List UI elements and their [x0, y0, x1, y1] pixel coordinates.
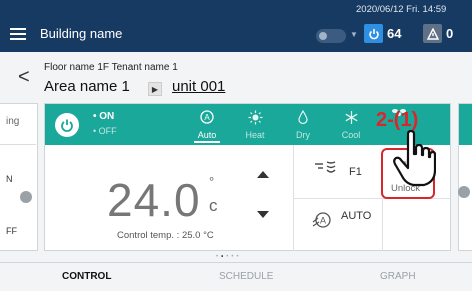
previous-card-on-text: N	[6, 174, 13, 184]
off-option[interactable]: • OFF	[93, 126, 117, 136]
building-name[interactable]: Building name	[40, 26, 122, 41]
previous-unit-card[interactable]: ing N FF	[0, 103, 38, 251]
hamburger-menu-icon[interactable]	[10, 28, 26, 40]
temp-up-button[interactable]	[257, 171, 269, 178]
temp-down-button[interactable]	[257, 211, 269, 218]
previous-card-mode-text: ing	[0, 104, 36, 145]
tab-graph[interactable]: GRAPH	[380, 271, 416, 282]
on-option[interactable]: • ON	[93, 111, 114, 122]
mode-cool[interactable]: Cool	[331, 107, 371, 140]
svg-text:A: A	[204, 113, 210, 122]
control-temperature: Control temp. : 25.0 °C	[117, 230, 214, 241]
floor-label: Floor name 1F Tenant name 1	[44, 62, 178, 73]
previous-card-nav-icon[interactable]	[20, 191, 32, 203]
next-unit-card[interactable]	[458, 103, 472, 251]
degree-symbol: °	[209, 174, 215, 189]
fan-speed-value[interactable]: F1	[349, 166, 362, 178]
airflow-value[interactable]: AUTO	[341, 210, 371, 222]
back-arrow-icon[interactable]: <	[18, 66, 30, 89]
mode-auto[interactable]: A Auto	[187, 107, 227, 143]
snowflake-icon	[331, 110, 371, 130]
tab-control[interactable]: CONTROL	[62, 271, 111, 282]
hand-pointer-icon	[392, 129, 437, 193]
power-icon	[364, 24, 383, 43]
warning-icon	[423, 24, 442, 43]
fan-speed-icon[interactable]	[313, 160, 337, 183]
warning-count: 0	[446, 26, 454, 41]
area-name: Area name 1	[44, 78, 130, 95]
temperature-unit: c	[209, 196, 218, 215]
sun-icon	[235, 110, 275, 130]
mode-heat[interactable]: Heat	[235, 107, 275, 140]
airflow-direction-icon[interactable]: A	[311, 210, 335, 235]
auto-mode-icon: A	[187, 110, 227, 130]
tab-schedule[interactable]: SCHEDULE	[219, 271, 273, 282]
previous-card-off-text: FF	[6, 226, 17, 236]
power-button[interactable]	[55, 113, 79, 137]
next-card-mode-bar	[459, 104, 472, 145]
bottom-tab-bar: CONTROL SCHEDULE GRAPH	[0, 262, 472, 291]
droplet-icon	[283, 110, 323, 130]
divider-vertical-2	[382, 198, 383, 251]
top-bar: Building name 2020/06/12 Fri. 14:59 ▼ 64…	[0, 0, 472, 52]
display-toggle[interactable]	[316, 29, 346, 43]
operating-count: 64	[387, 26, 402, 41]
page-indicator: •••••	[216, 254, 242, 260]
svg-text:A: A	[320, 216, 326, 226]
unit-name-link[interactable]: unit 001	[172, 78, 225, 95]
step-annotation: 2-(1)	[376, 109, 419, 131]
datetime: 2020/06/12 Fri. 14:59	[356, 4, 447, 15]
mode-dry[interactable]: Dry	[283, 107, 323, 140]
next-card-nav-icon[interactable]	[458, 186, 470, 198]
chevron-down-icon[interactable]: ▼	[350, 30, 358, 39]
play-arrow-icon: ▶	[148, 82, 162, 96]
set-temperature: 24.0	[107, 174, 201, 226]
